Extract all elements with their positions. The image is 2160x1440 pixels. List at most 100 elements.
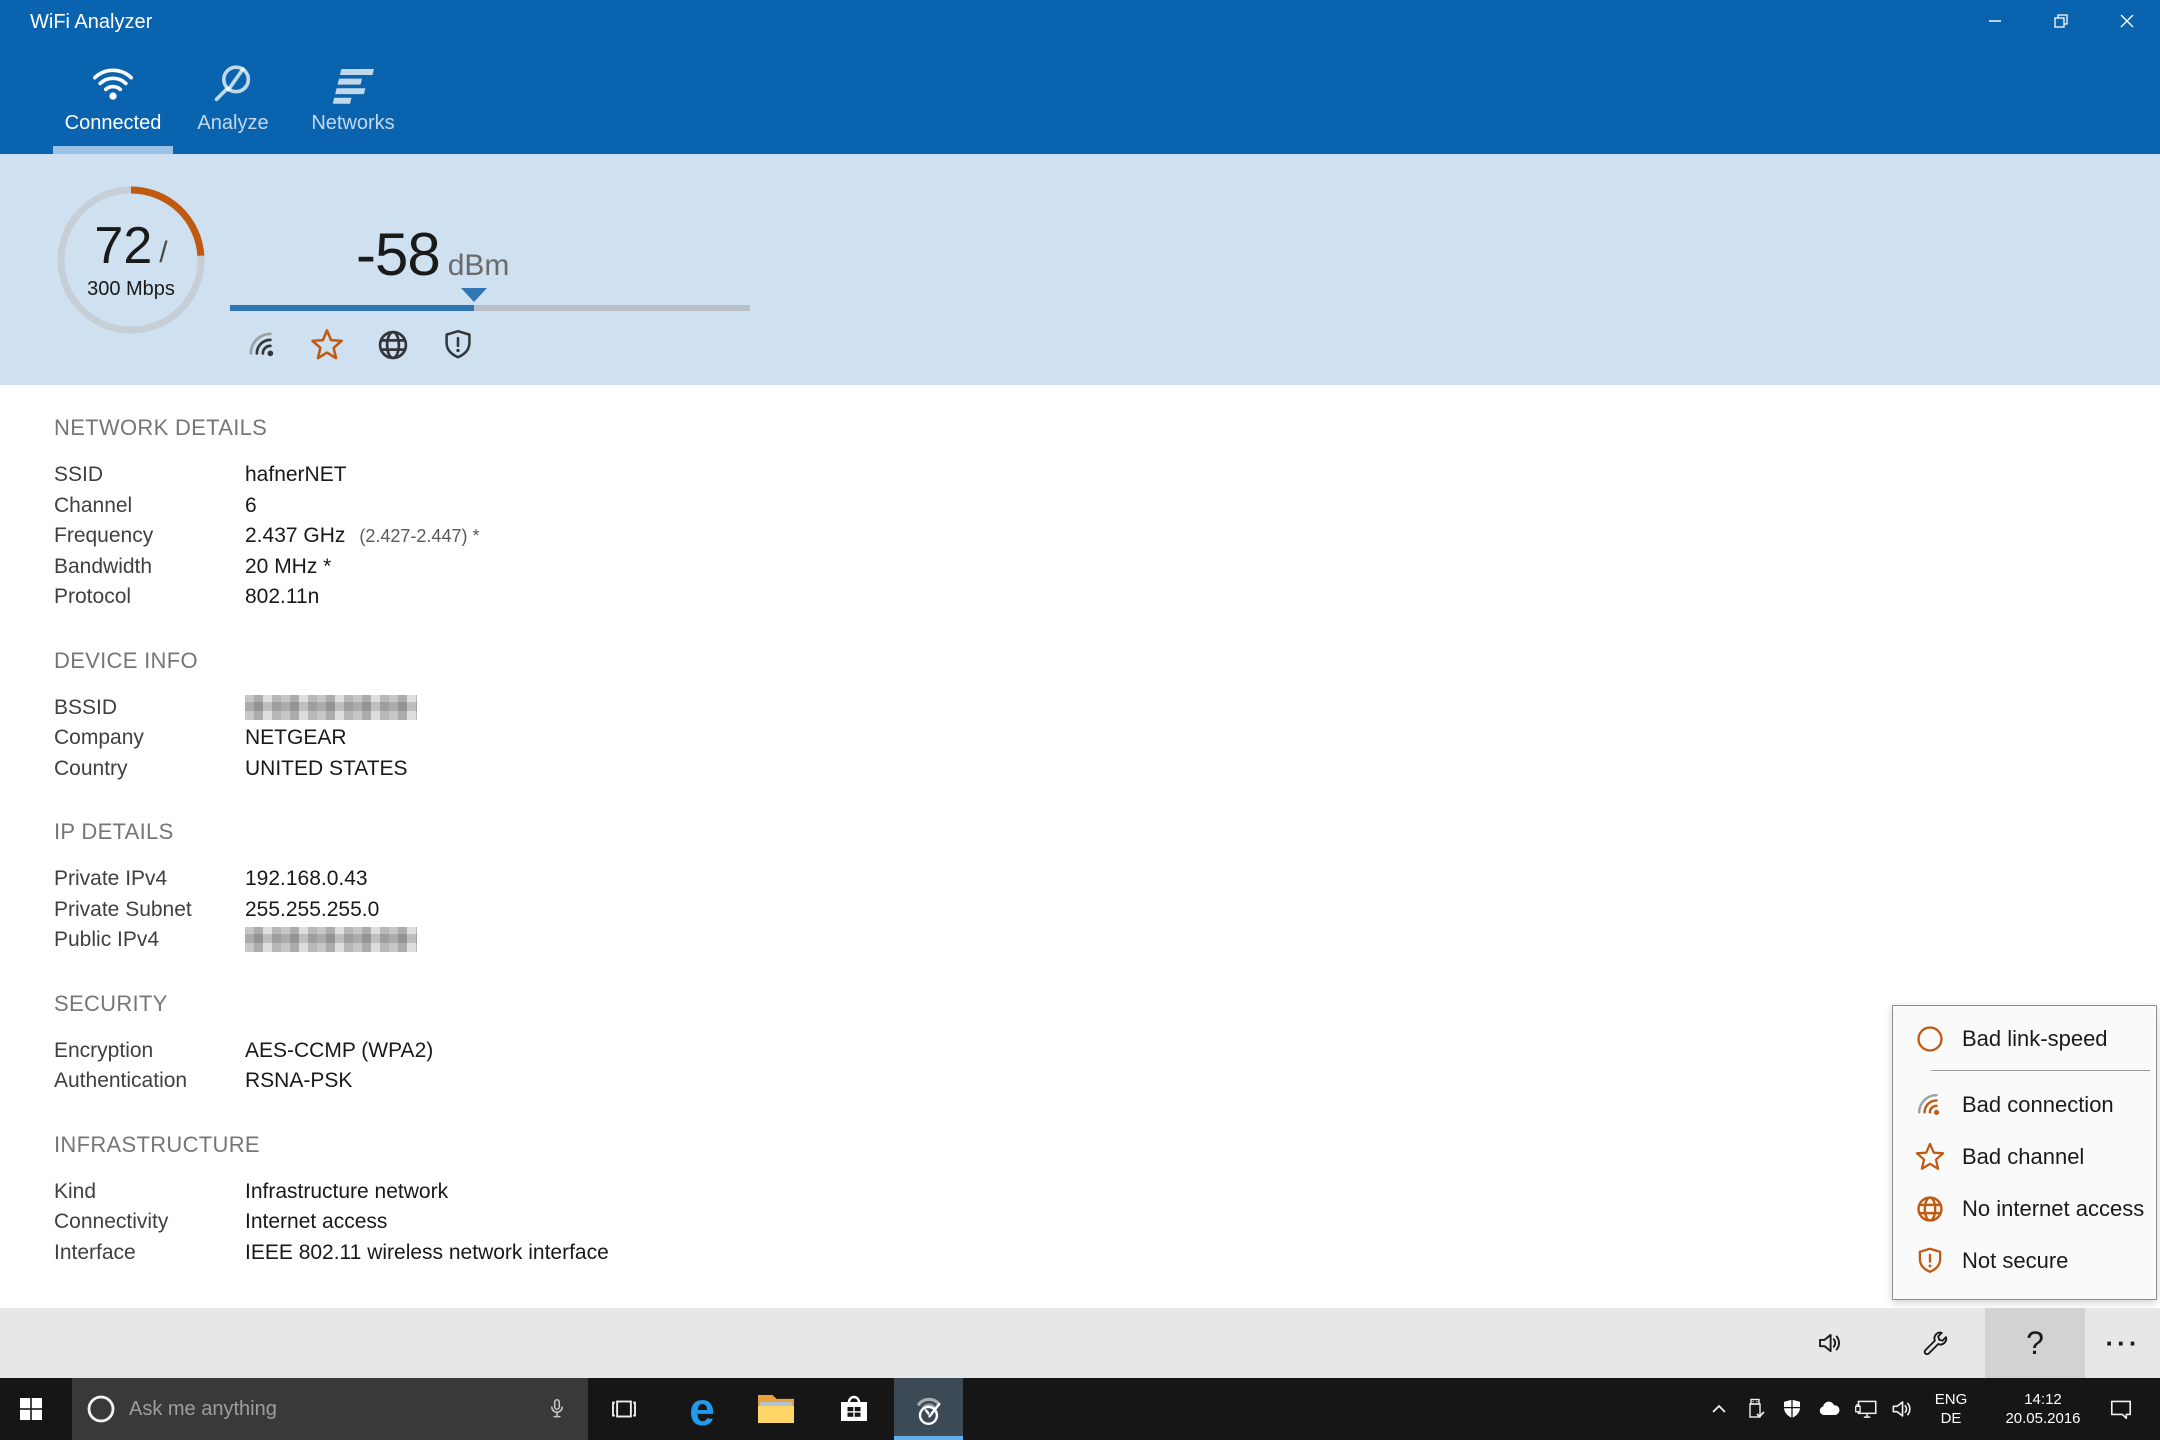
task-view-button[interactable] [593, 1378, 655, 1440]
store-bag-icon [838, 1392, 870, 1426]
close-icon [2119, 13, 2135, 29]
legend-label: Bad link-speed [1962, 1026, 2108, 1052]
legend-label: Bad connection [1962, 1092, 2114, 1118]
detail-row: CompanyNETGEAR [54, 723, 2160, 754]
minimize-icon [1987, 13, 2003, 29]
detail-note: (2.427-2.447) * [359, 526, 479, 546]
shield-icon [439, 326, 477, 364]
close-button[interactable] [2094, 0, 2160, 42]
chevron-up-icon [1709, 1399, 1729, 1419]
section-heading: IP DETAILS [54, 817, 2160, 847]
language-indicator[interactable]: ENG DE [1922, 1378, 1980, 1440]
tab-networks[interactable]: Networks [293, 42, 413, 154]
search-placeholder: Ask me anything [129, 1398, 544, 1421]
section-heading: DEVICE INFO [54, 646, 2160, 676]
detail-row: ConnectivityInternet access [54, 1207, 2160, 1238]
detail-row: Public IPv4 [54, 925, 2160, 956]
detail-row: SSIDhafnerNET [54, 460, 2160, 491]
detail-value: 6 [245, 494, 257, 517]
shield-icon [1913, 1244, 1947, 1278]
action-center-button[interactable] [2098, 1378, 2144, 1440]
connection-summary: 72 / 300 Mbps -58 dBm [0, 154, 2160, 385]
signal-slider-thumb[interactable] [461, 288, 487, 302]
edge-browser-button[interactable]: e [671, 1378, 733, 1440]
network-monitor-icon [1853, 1396, 1879, 1422]
tray-chevron-button[interactable] [1699, 1378, 1739, 1440]
start-button[interactable] [0, 1378, 62, 1440]
tab-label: Analyze [197, 112, 268, 135]
clock[interactable]: 14:12 20.05.2016 [1984, 1378, 2102, 1440]
signal-value: -58 [356, 220, 440, 289]
analyze-icon [210, 58, 256, 110]
legend-item-bad-link-speed: Bad link-speed [1893, 1016, 2156, 1062]
windows-logo-icon [19, 1397, 43, 1421]
legend-divider [1931, 1070, 2150, 1071]
section-device-info: DEVICE INFO BSSID CompanyNETGEAR Country… [54, 646, 2160, 785]
active-tab-indicator [53, 146, 173, 154]
clock-date: 20.05.2016 [2005, 1409, 2080, 1428]
legend-label: No internet access [1962, 1196, 2144, 1222]
cortana-search-box[interactable]: Ask me anything [72, 1378, 588, 1440]
detail-label: Country [54, 754, 245, 785]
more-button[interactable]: ··· [2087, 1308, 2159, 1378]
networks-icon [330, 58, 376, 110]
legend-label: Bad channel [1962, 1144, 2084, 1170]
detail-label: Authentication [54, 1066, 245, 1097]
tab-connected[interactable]: Connected [53, 42, 173, 154]
legend-item-not-secure: Not secure [1893, 1235, 2156, 1287]
detail-value: Infrastructure network [245, 1180, 448, 1203]
settings-wrench-button[interactable] [1899, 1308, 1971, 1378]
detail-row: EncryptionAES-CCMP (WPA2) [54, 1036, 2160, 1067]
detail-label: BSSID [54, 693, 245, 724]
action-center-icon [2108, 1396, 2134, 1422]
app-header: WiFi Analyzer [0, 0, 2160, 154]
tray-volume-button[interactable] [1882, 1378, 1922, 1440]
link-speed-divider: / [159, 236, 167, 270]
restore-button[interactable] [2028, 0, 2094, 42]
screen: WiFi Analyzer [0, 0, 2160, 1440]
tab-label: Connected [65, 112, 162, 135]
detail-content: NETWORK DETAILS SSIDhafnerNET Channel6 F… [0, 385, 2160, 1308]
section-heading: NETWORK DETAILS [54, 413, 2160, 443]
microphone-icon[interactable] [544, 1397, 570, 1421]
redacted-value [245, 927, 417, 952]
star-icon [1913, 1140, 1947, 1174]
tray-onedrive-button[interactable] [1809, 1378, 1849, 1440]
file-explorer-button[interactable] [745, 1378, 807, 1440]
edge-icon: e [689, 1386, 715, 1432]
tray-defender-button[interactable] [1772, 1378, 1812, 1440]
detail-label: Interface [54, 1238, 245, 1269]
folder-icon [758, 1395, 794, 1423]
signal-slider[interactable] [230, 305, 750, 311]
detail-row: Bandwidth20 MHz * [54, 552, 2160, 583]
section-network-details: NETWORK DETAILS SSIDhafnerNET Channel6 F… [54, 413, 2160, 613]
detail-row: CountryUNITED STATES [54, 754, 2160, 785]
section-ip-details: IP DETAILS Private IPv4192.168.0.43 Priv… [54, 817, 2160, 956]
circle-icon [1913, 1022, 1947, 1056]
language-primary: ENG [1935, 1390, 1968, 1409]
tab-analyze[interactable]: Analyze [173, 42, 293, 154]
detail-value: IEEE 802.11 wireless network interface [245, 1241, 609, 1264]
help-button[interactable]: ? [1985, 1308, 2085, 1378]
restore-icon [2053, 13, 2069, 29]
detail-label: Company [54, 723, 245, 754]
store-button[interactable] [823, 1378, 885, 1440]
volume-button[interactable] [1794, 1308, 1866, 1378]
detail-value: hafnerNET [245, 463, 347, 486]
minimize-button[interactable] [1962, 0, 2028, 42]
wifi-analyzer-app-button[interactable] [894, 1378, 963, 1440]
detail-value: 802.11n [245, 585, 319, 608]
volume-icon [1815, 1328, 1845, 1358]
detail-row: Frequency2.437 GHz(2.427-2.447) * [54, 521, 2160, 552]
legend-item-no-internet: No internet access [1893, 1183, 2156, 1235]
connection-icon [1913, 1088, 1947, 1122]
tray-network-button[interactable] [1846, 1378, 1886, 1440]
cloud-icon [1816, 1396, 1842, 1422]
gauge-text: 72 / 300 Mbps [53, 182, 209, 338]
detail-label: Public IPv4 [54, 925, 245, 956]
signal-unit: dBm [448, 249, 510, 283]
detail-row: InterfaceIEEE 802.11 wireless network in… [54, 1238, 2160, 1269]
detail-value: Internet access [245, 1210, 387, 1233]
wifi-icon [90, 58, 136, 110]
tray-usb-button[interactable] [1735, 1378, 1775, 1440]
